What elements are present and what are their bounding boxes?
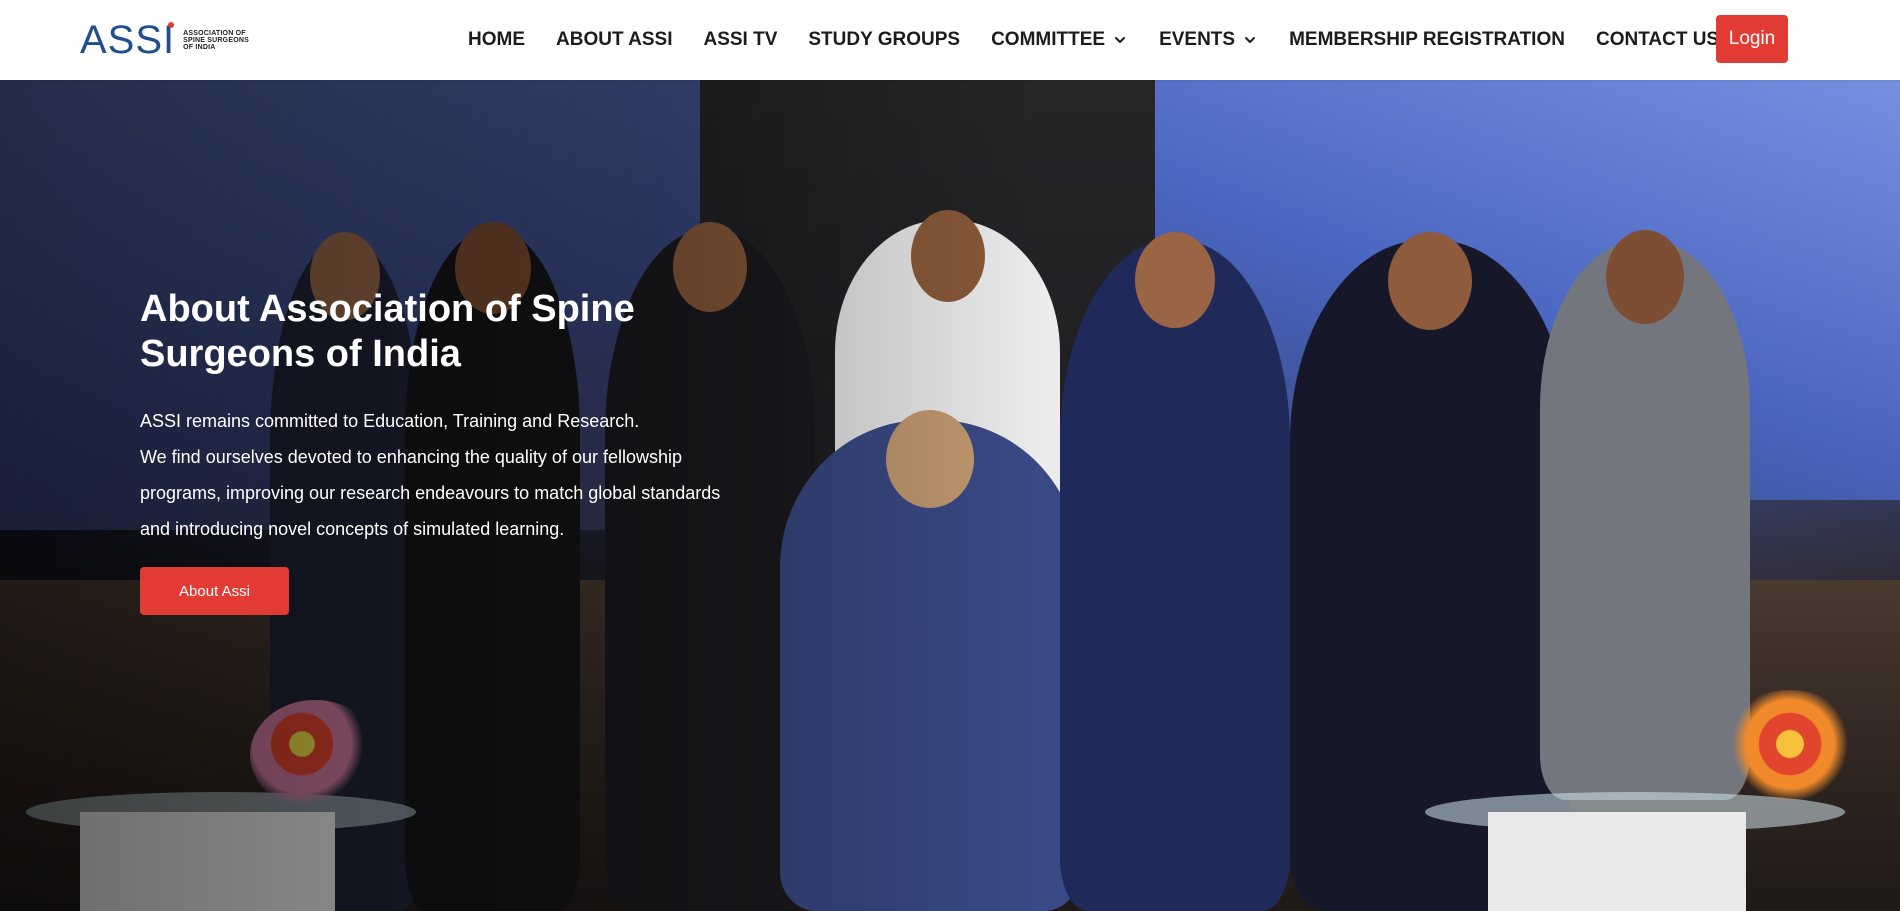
main-nav: HOME ABOUT ASSI ASSI TV STUDY GROUPS COM… [468,0,1750,80]
logo-subtitle-line: SPINE SURGEONS [183,36,249,44]
hero-title: About Association of Spine Surgeons of I… [140,287,800,377]
nav-item-committee[interactable]: COMMITTEE [991,29,1128,51]
nav-item-contact-us[interactable]: CONTACT US [1596,29,1719,51]
chevron-down-icon [1115,37,1126,43]
nav-label: COMMITTEE [991,29,1106,50]
hero-banner: About Association of Spine Surgeons of I… [0,80,1900,911]
logo-subtitle: ASSOCIATION OF SPINE SURGEONS OF INDIA [183,30,263,51]
logo-subtitle-line: ASSOCIATION OF [183,29,246,37]
logo-subtitle-line: OF INDIA [183,43,216,51]
hero-text-line: ASSI remains committed to Education, Tra… [140,411,640,431]
nav-label: MEMBERSHIP REGISTRATION [1289,29,1565,50]
nav-item-about-assi[interactable]: ABOUT ASSI [556,29,672,51]
nav-label: EVENTS [1159,29,1236,50]
nav-item-events[interactable]: EVENTS [1159,29,1258,51]
hero-text-line: and introducing novel concepts of simula… [140,519,565,539]
nav-label: CONTACT US [1595,29,1720,50]
chevron-down-icon [1245,37,1256,43]
site-header: ASSI ASSOCIATION OF SPINE SURGEONS OF IN… [0,0,1900,80]
nav-item-study-groups[interactable]: STUDY GROUPS [808,29,960,51]
nav-item-membership-registration[interactable]: MEMBERSHIP REGISTRATION [1289,29,1565,51]
nav-label: ABOUT ASSI [556,29,673,50]
hero-description: ASSI remains committed to Education, Tra… [140,403,800,547]
hero-content: About Association of Spine Surgeons of I… [140,287,800,615]
logo-mark: ASSI [80,18,176,62]
assi-logo[interactable]: ASSI ASSOCIATION OF SPINE SURGEONS OF IN… [80,18,263,62]
hero-title-line: Surgeons of India [140,333,461,375]
nav-label: STUDY GROUPS [808,29,961,50]
hero-text-line: programs, improving our research endeavo… [140,483,721,503]
nav-item-home[interactable]: HOME [468,29,525,51]
nav-label: ASSI TV [703,29,778,50]
nav-label: HOME [468,29,525,50]
about-assi-button[interactable]: About Assi [140,567,289,615]
nav-item-assi-tv[interactable]: ASSI TV [703,29,777,51]
hero-text-line: We find ourselves devoted to enhancing t… [140,447,683,467]
login-button[interactable]: Login [1716,15,1788,63]
hero-title-line: About Association of Spine [140,288,635,330]
